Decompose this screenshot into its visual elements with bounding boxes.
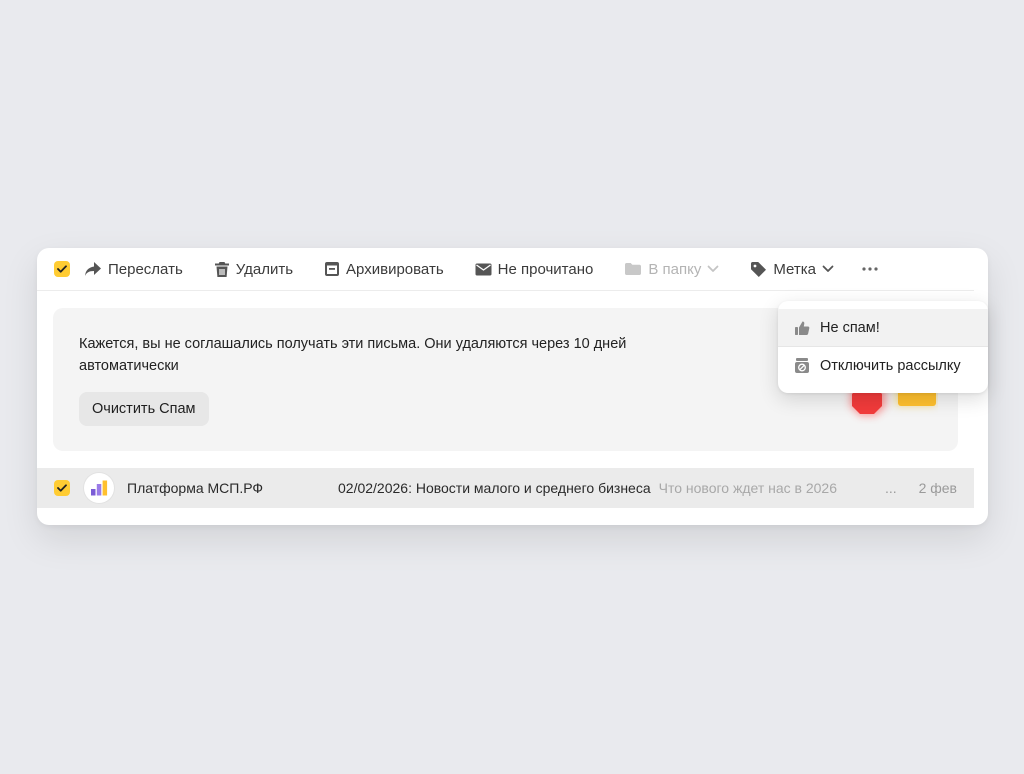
- toolbar: Переслать Удалить Архивировать Не прочит…: [37, 248, 974, 291]
- check-icon: [57, 484, 67, 492]
- check-icon: [57, 265, 67, 273]
- clear-spam-button[interactable]: Очистить Спам: [79, 392, 209, 426]
- envelope-icon: [475, 263, 492, 275]
- unsubscribe-label: Отключить рассылку: [820, 357, 961, 374]
- select-all-checkbox[interactable]: [54, 261, 70, 277]
- more-actions-menu: Не спам! Отключить рассылку: [778, 301, 988, 393]
- chevron-down-icon: [822, 265, 834, 272]
- chevron-down-icon: [707, 265, 719, 272]
- mark-unread-button[interactable]: Не прочитано: [475, 254, 594, 284]
- message-subject: 02/02/2026: Новости малого и среднего би…: [338, 480, 651, 496]
- message-snippet: Что нового ждет нас в 2026: [658, 480, 837, 496]
- archive-label: Архивировать: [346, 260, 444, 278]
- forward-label: Переслать: [108, 260, 183, 278]
- message-checkbox[interactable]: [54, 480, 70, 496]
- forward-button[interactable]: Переслать: [84, 254, 183, 284]
- forward-icon: [85, 262, 101, 276]
- unsubscribe-icon: [795, 358, 809, 373]
- more-actions-button[interactable]: [861, 266, 879, 272]
- more-dots-icon: [862, 267, 878, 271]
- tag-label: Метка: [773, 260, 816, 278]
- message-date: 2 фев: [918, 480, 957, 496]
- msp-logo-icon: [91, 480, 108, 496]
- message-sender: Платформа МСП.РФ: [127, 480, 264, 496]
- thumbs-up-icon: [795, 321, 810, 335]
- message-row[interactable]: Платформа МСП.РФ 02/02/2026: Новости мал…: [37, 468, 974, 508]
- move-to-folder-label: В папку: [648, 260, 702, 278]
- trash-icon: [214, 261, 229, 277]
- mark-unread-label: Не прочитано: [497, 260, 594, 278]
- unsubscribe-menu-item[interactable]: Отключить рассылку: [778, 347, 988, 384]
- delete-button[interactable]: Удалить: [214, 254, 293, 284]
- sender-avatar: [84, 473, 114, 503]
- not-spam-menu-item[interactable]: Не спам!: [778, 309, 988, 346]
- archive-icon: [325, 262, 340, 276]
- message-ellipsis: ...: [885, 480, 897, 496]
- not-spam-label: Не спам!: [820, 319, 880, 336]
- move-to-folder-button[interactable]: В папку: [624, 254, 719, 284]
- folder-icon: [625, 263, 642, 275]
- archive-button[interactable]: Архивировать: [324, 254, 444, 284]
- delete-label: Удалить: [235, 260, 294, 278]
- tag-button[interactable]: Метка: [750, 254, 834, 284]
- tag-icon: [751, 261, 767, 277]
- spam-info-text: Кажется, вы не соглашались получать эти …: [79, 336, 627, 374]
